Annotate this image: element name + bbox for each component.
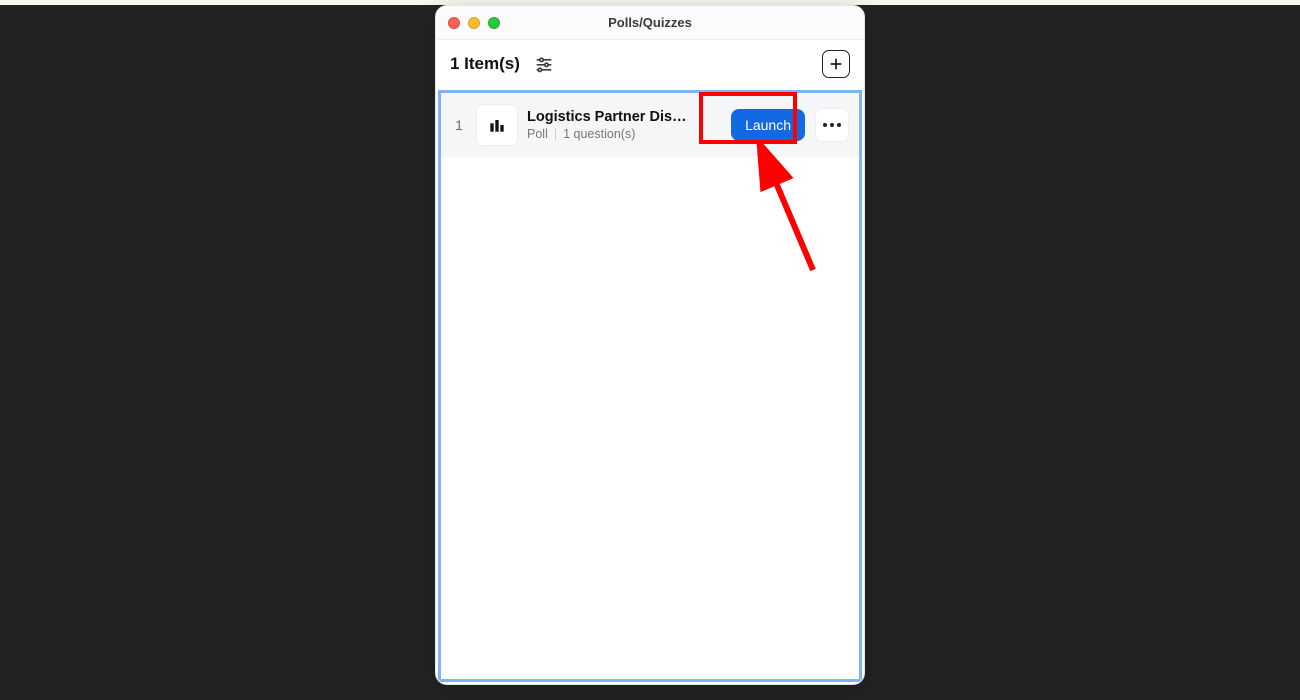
- add-button[interactable]: [822, 50, 850, 78]
- item-question-count: 1 question(s): [563, 127, 635, 141]
- item-count-label: 1 Item(s): [450, 54, 520, 74]
- item-type-label: Poll: [527, 127, 548, 141]
- titlebar: Polls/Quizzes: [436, 6, 864, 40]
- window-title: Polls/Quizzes: [436, 15, 864, 30]
- polls-window: Polls/Quizzes 1 Item(s) 1 Logistics P: [435, 5, 865, 685]
- list-container: 1 Logistics Partner Dis… Poll | 1 questi…: [438, 90, 862, 682]
- item-index: 1: [451, 117, 467, 133]
- maximize-window-button[interactable]: [488, 17, 500, 29]
- close-window-button[interactable]: [448, 17, 460, 29]
- separator: |: [554, 127, 557, 141]
- item-meta: Logistics Partner Dis… Poll | 1 question…: [527, 109, 721, 141]
- toolbar: 1 Item(s): [436, 40, 864, 88]
- poll-icon: [477, 105, 517, 145]
- more-options-button[interactable]: [815, 108, 849, 142]
- item-subtitle: Poll | 1 question(s): [527, 127, 721, 141]
- launch-button[interactable]: Launch: [731, 109, 805, 141]
- minimize-window-button[interactable]: [468, 17, 480, 29]
- item-title: Logistics Partner Dis…: [527, 109, 687, 125]
- list-item[interactable]: 1 Logistics Partner Dis… Poll | 1 questi…: [441, 93, 859, 157]
- traffic-lights: [436, 17, 500, 29]
- filter-icon[interactable]: [534, 54, 554, 74]
